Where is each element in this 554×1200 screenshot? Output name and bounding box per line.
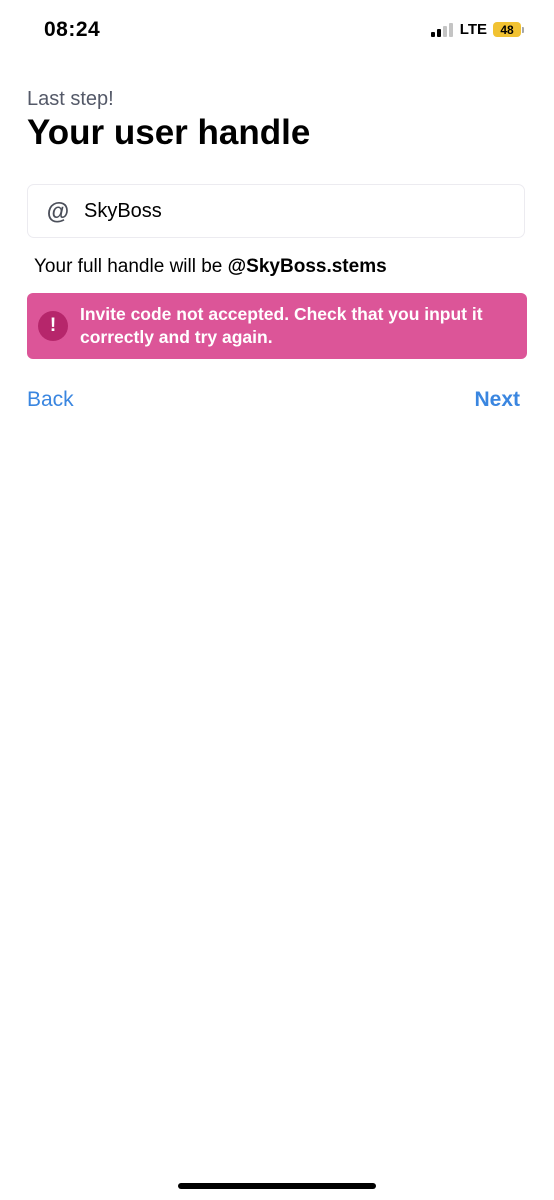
home-indicator[interactable] — [178, 1183, 376, 1189]
back-button[interactable]: Back — [27, 388, 74, 412]
battery-level: 48 — [493, 22, 521, 37]
signal-bar — [448, 22, 453, 37]
full-handle-prefix: Your full handle will be — [34, 256, 228, 277]
full-handle-value: @SkyBoss.stems — [227, 256, 387, 277]
signal-bar — [442, 25, 447, 37]
battery-icon: 48 — [493, 22, 524, 37]
status-indicators: LTE 48 — [430, 21, 524, 38]
battery-cap — [522, 26, 524, 33]
full-handle-preview: Your full handle will be @SkyBoss.stems — [34, 256, 387, 278]
signal-bar — [430, 31, 435, 37]
handle-field[interactable]: @ — [27, 184, 525, 238]
exclamation-icon: ! — [38, 311, 68, 341]
status-bar: 08:24 LTE 48 — [0, 0, 554, 62]
cellular-signal-icon — [430, 22, 453, 37]
error-banner: ! Invite code not accepted. Check that y… — [27, 293, 527, 359]
page-title: Your user handle — [27, 113, 311, 152]
error-message: Invite code not accepted. Check that you… — [80, 304, 483, 347]
step-subtitle: Last step! — [27, 88, 114, 110]
handle-input[interactable] — [84, 199, 484, 223]
next-button[interactable]: Next — [474, 388, 520, 412]
signal-bar — [436, 28, 441, 37]
network-type: LTE — [459, 21, 487, 38]
status-time: 08:24 — [44, 18, 101, 41]
at-icon: @ — [46, 197, 70, 224]
